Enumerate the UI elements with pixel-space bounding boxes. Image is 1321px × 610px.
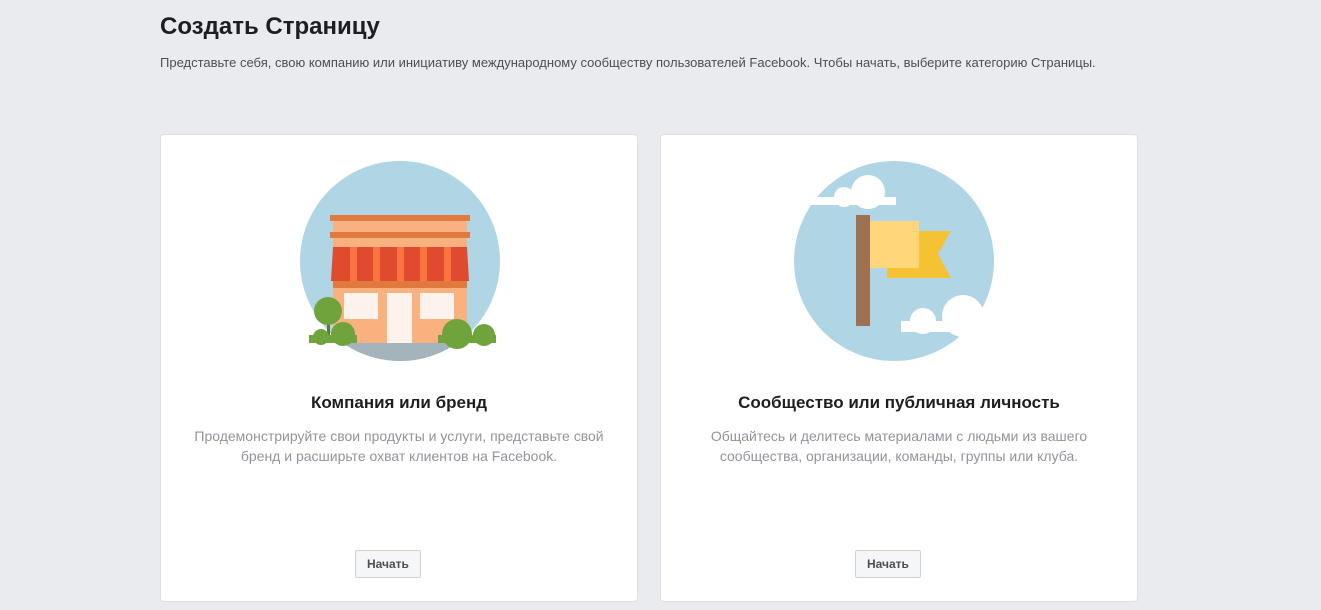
card-community-public-figure[interactable]: Сообщество или публичная личность Общайт…	[660, 134, 1138, 602]
flag-icon	[794, 161, 1005, 361]
page-description: Представьте себя, свою компанию или иниц…	[160, 55, 1096, 70]
start-company-button[interactable]: Начать	[355, 550, 421, 578]
card-company-brand[interactable]: Компания или бренд Продемонстрируйте сво…	[160, 134, 638, 602]
card-title: Компания или бренд	[310, 393, 488, 412]
start-community-button[interactable]: Начать	[855, 550, 921, 578]
storefront-icon	[300, 161, 500, 361]
card-title: Сообщество или публичная личность	[738, 393, 1060, 412]
card-description: Общайтесь и делитесь материалами с людьм…	[710, 428, 1088, 464]
page-title: Создать Страницу	[160, 13, 380, 40]
card-description: Продемонстрируйте свои продукты и услуги…	[194, 428, 604, 464]
